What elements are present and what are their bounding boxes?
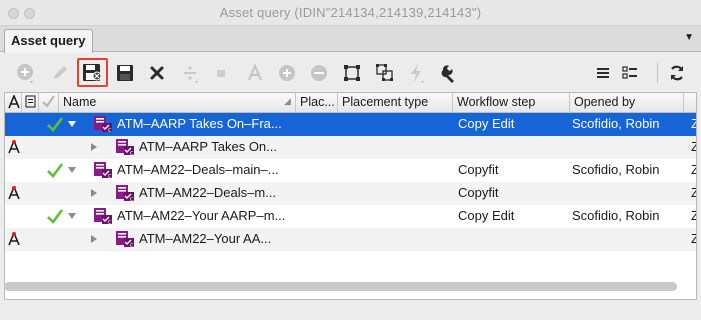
column-header-workflow-step[interactable]: Workflow step bbox=[453, 93, 570, 112]
list-view-icon[interactable] bbox=[592, 62, 614, 84]
checkmark-icon bbox=[47, 209, 63, 224]
horizontal-scrollbar[interactable] bbox=[4, 282, 677, 291]
multi-frame-icon[interactable] bbox=[374, 62, 396, 84]
svg-text:C: C bbox=[108, 174, 112, 179]
checkmark-icon bbox=[47, 163, 63, 178]
asset-name: ATM–AM22–Your AARP–m... bbox=[117, 208, 286, 223]
incopy-document-icon: C bbox=[93, 161, 113, 179]
highlight-box bbox=[77, 58, 108, 87]
lightning-icon[interactable] bbox=[406, 62, 428, 84]
asset-name: ATM–AM22–Deals–m... bbox=[139, 185, 277, 200]
table-row[interactable]: C ATM–AM22–Your AARP–m... Copy Edit Scofid… bbox=[5, 205, 696, 228]
header-document-icon[interactable] bbox=[22, 93, 39, 112]
incopy-document-icon: C bbox=[115, 184, 135, 202]
frame-bounds-icon[interactable] bbox=[341, 62, 363, 84]
incopy-document-icon: C bbox=[115, 138, 135, 156]
tab-menu-icon[interactable]: ▼ bbox=[684, 32, 694, 43]
plus-circle-icon[interactable] bbox=[276, 62, 298, 84]
table-row[interactable]: C ATM–AARP Takes On–Fra... Copy Edit Scofi… bbox=[5, 113, 696, 136]
window-title: Asset query (IDIN"214134,214139,214143") bbox=[219, 5, 482, 20]
column-header-name[interactable]: Name bbox=[59, 93, 296, 112]
truncated-column-value: Z bbox=[691, 139, 696, 154]
collapsed-triangle-icon[interactable] bbox=[89, 234, 99, 244]
incopy-document-icon: C bbox=[93, 207, 113, 225]
sort-indicator-icon: ◢ bbox=[284, 96, 291, 106]
column-header-placement[interactable]: Plac... bbox=[296, 93, 338, 112]
table-header: Name ◢ Plac... Placement type Workflow s… bbox=[5, 93, 696, 113]
toolbar-separator bbox=[657, 63, 658, 83]
tab-strip: Asset query ▼ bbox=[0, 26, 701, 53]
divide-icon[interactable] bbox=[180, 62, 202, 84]
toolbar bbox=[0, 53, 701, 91]
truncated-column-value: Z bbox=[691, 231, 696, 246]
edit-pencil-icon[interactable] bbox=[49, 62, 71, 84]
asset-name: ATM–AARP Takes On... bbox=[139, 139, 277, 154]
opened-by: Scofidio, Robin bbox=[572, 162, 660, 177]
detail-view-icon[interactable] bbox=[619, 62, 641, 84]
asset-name: ATM–AARP Takes On–Fra... bbox=[117, 116, 282, 131]
table-row[interactable]: C ATM–AM22–Deals–m... Copyfit Z bbox=[5, 182, 696, 205]
expanded-triangle-icon[interactable] bbox=[67, 165, 77, 175]
svg-text:C: C bbox=[130, 151, 134, 156]
svg-text:C: C bbox=[108, 128, 112, 133]
asset-name: ATM–AM22–Your AA... bbox=[139, 231, 272, 246]
locked-a-icon bbox=[8, 186, 20, 201]
header-checkmark-icon[interactable] bbox=[39, 93, 59, 112]
minus-circle-icon[interactable] bbox=[308, 62, 330, 84]
svg-text:C: C bbox=[130, 243, 134, 248]
checkmark-icon bbox=[47, 117, 63, 132]
opened-by: Scofidio, Robin bbox=[572, 116, 660, 131]
text-a-icon[interactable] bbox=[244, 62, 266, 84]
locked-a-icon bbox=[8, 232, 20, 247]
workflow-step: Copyfit bbox=[458, 185, 499, 200]
workflow-step: Copy Edit bbox=[458, 116, 515, 131]
delete-x-icon[interactable] bbox=[146, 62, 168, 84]
add-icon[interactable] bbox=[15, 62, 37, 84]
svg-text:C: C bbox=[108, 220, 112, 225]
save-icon[interactable] bbox=[114, 62, 136, 84]
incopy-document-icon: C bbox=[115, 230, 135, 248]
header-lock-a-icon[interactable] bbox=[5, 93, 22, 112]
tab-asset-query[interactable]: Asset query bbox=[4, 29, 94, 53]
svg-text:C: C bbox=[130, 197, 134, 202]
truncated-column-value: Z bbox=[691, 185, 696, 200]
table-row[interactable]: C ATM–AARP Takes On... Z bbox=[5, 136, 696, 159]
column-header-opened-by[interactable]: Opened by bbox=[570, 93, 684, 112]
expanded-triangle-icon[interactable] bbox=[67, 211, 77, 221]
wrench-icon[interactable] bbox=[440, 62, 462, 84]
window-titlebar: Asset query (IDIN"214134,214139,214143") bbox=[0, 0, 701, 26]
column-header-placement-type[interactable]: Placement type bbox=[338, 93, 453, 112]
collapsed-triangle-icon[interactable] bbox=[89, 142, 99, 152]
opened-by: Scofidio, Robin bbox=[572, 208, 660, 223]
incopy-document-icon: C bbox=[93, 115, 113, 133]
workflow-step: Copy Edit bbox=[458, 208, 515, 223]
collapsed-triangle-icon[interactable] bbox=[89, 188, 99, 198]
expanded-triangle-icon[interactable] bbox=[67, 119, 77, 129]
asset-name: ATM–AM22–Deals–main–... bbox=[117, 162, 279, 177]
locked-a-icon bbox=[8, 140, 20, 155]
truncated-column-value: Z bbox=[691, 208, 696, 223]
workflow-step: Copyfit bbox=[458, 162, 499, 177]
column-header-extra[interactable] bbox=[684, 93, 696, 112]
table-row[interactable]: C ATM–AM22–Your AA... Z bbox=[5, 228, 696, 251]
truncated-column-value: Z bbox=[691, 116, 696, 131]
refresh-icon[interactable] bbox=[666, 62, 688, 84]
asset-table: Name ◢ Plac... Placement type Workflow s… bbox=[4, 92, 697, 300]
table-row[interactable]: C ATM–AM22–Deals–main–... Copyfit Scofidio… bbox=[5, 159, 696, 182]
truncated-column-value: Z bbox=[691, 162, 696, 177]
stop-square-icon[interactable] bbox=[210, 62, 232, 84]
